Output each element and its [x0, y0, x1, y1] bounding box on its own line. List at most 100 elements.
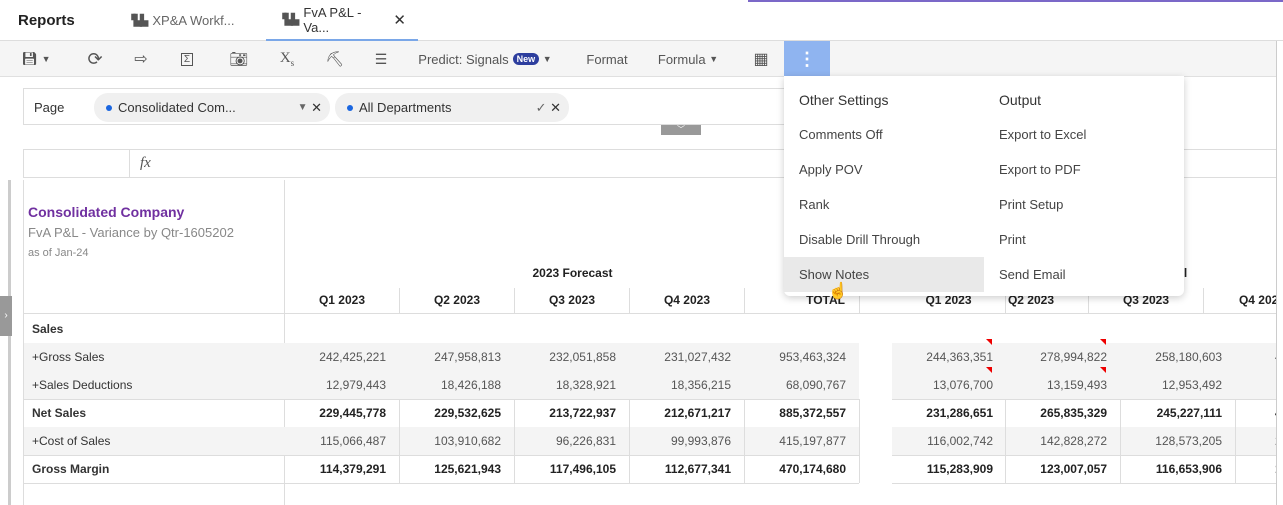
formula-label: Formula [657, 51, 706, 67]
data-cell[interactable]: 12,953,492 [1121, 371, 1236, 399]
data-cell[interactable]: 18,328,921 [515, 371, 630, 399]
row-label: +Sales Deductions [32, 378, 133, 392]
snapshot-button[interactable]: 📷︎ [224, 41, 254, 77]
other-settings-heading: Other Settings [799, 92, 889, 108]
arrow-right-icon: ⇨ [134, 51, 148, 68]
xs-icon: Xs [279, 50, 295, 68]
tab-label: FvA P&L - Va... [303, 4, 362, 35]
predict-signals-button[interactable]: Predict: Signals New ▼ [412, 41, 558, 77]
data-cell[interactable]: 115,066,487 [285, 427, 400, 455]
data-cell[interactable]: 117,496,105 [515, 455, 630, 483]
save-icon: 💾︎ [21, 51, 38, 66]
more-options-button[interactable]: ⋮ [784, 41, 830, 77]
chevron-down-icon: ▼ [709, 54, 719, 64]
data-cell[interactable]: 13,159,493 [1006, 371, 1121, 399]
data-cell[interactable]: 128,573,205 [1121, 427, 1236, 455]
kebab-menu-icon: ⋮ [798, 48, 816, 69]
data-cell[interactable]: 112,677,341 [630, 455, 745, 483]
data-cell[interactable]: 231,027,432 [630, 343, 745, 371]
subscript-button[interactable]: Xs [272, 41, 302, 77]
data-cell[interactable]: 229,532,625 [400, 399, 515, 427]
row-label: Gross Margin [32, 462, 110, 476]
data-cell[interactable]: 12,979,443 [285, 371, 400, 399]
calculate-button[interactable]: Σ [172, 41, 202, 77]
data-cell[interactable]: 123,007,057 [1006, 455, 1121, 483]
menu-item-print-setup[interactable]: Print Setup [984, 187, 1184, 222]
close-icon[interactable]: ✕ [550, 100, 561, 116]
fx-icon: fx [140, 155, 151, 171]
menu-item-export-to-pdf[interactable]: Export to PDF [984, 152, 1184, 187]
save-button[interactable]: 💾︎ ▼ [14, 41, 58, 77]
data-cell[interactable]: 470,174,680 [745, 455, 860, 483]
menu-item-show-notes[interactable]: Show Notes [784, 257, 984, 292]
collapse-pov-button[interactable]: ﹀ [661, 125, 701, 135]
note-flag-icon [986, 339, 992, 345]
group-header: 2023 Forecast [532, 266, 613, 280]
data-cell[interactable]: 68,090,767 [745, 371, 860, 399]
drill-button[interactable]: ⇨ [126, 41, 156, 77]
pov-chip-department[interactable]: All Departments ✓ ✕ [335, 93, 569, 122]
report-title: FvA P&L - Variance by Qtr-1605202 [28, 225, 234, 240]
data-cell[interactable]: 242,425,221 [285, 343, 400, 371]
data-cell[interactable]: 231,286,651 [892, 399, 1007, 427]
note-flag-icon [1100, 367, 1106, 373]
column-header: Q1 2023 [285, 288, 400, 313]
data-cell[interactable]: 415,197,877 [745, 427, 860, 455]
data-cell[interactable]: 232,051,858 [515, 343, 630, 371]
data-cell[interactable]: 115,283,909 [892, 455, 1007, 483]
sort-button[interactable]: ☰ [366, 41, 396, 77]
menu-item-print[interactable]: Print [984, 222, 1184, 257]
pov-chip-entity[interactable]: Consolidated Com... ▼ ✕ [94, 93, 330, 122]
data-cell[interactable]: 213,722,937 [515, 399, 630, 427]
data-cell[interactable]: 125,621,943 [400, 455, 515, 483]
data-cell[interactable]: 247,958,813 [400, 343, 515, 371]
hand-cursor-icon: ☝ [828, 283, 848, 300]
data-cell[interactable]: 18,426,188 [400, 371, 515, 399]
data-cell[interactable]: 116,653,906 [1121, 455, 1236, 483]
expand-panel-button[interactable]: › [0, 296, 12, 336]
format-button[interactable]: Format [578, 41, 636, 77]
data-cell[interactable]: 96,226,831 [515, 427, 630, 455]
data-cell[interactable]: 258,180,603 [1121, 343, 1236, 371]
formula-button[interactable]: Formula ▼ [650, 41, 726, 77]
vertical-scrollbar[interactable] [1276, 41, 1283, 505]
menu-item-apply-pov[interactable]: Apply POV [784, 152, 984, 187]
tab-xpa-workflow[interactable]: ▝▙▙ XP&A Workf... [115, 0, 247, 41]
grid-report-icon: ▝▙▙ [127, 15, 148, 27]
data-cell[interactable]: 885,372,557 [745, 399, 860, 427]
menu-item-comments-off[interactable]: Comments Off [784, 117, 984, 152]
tab-fva-pl[interactable]: ▝▙▙ FvA P&L - Va... ✕ [266, 0, 418, 41]
column-header: Q4 2023 [1205, 288, 1283, 313]
data-cell[interactable]: 229,445,778 [285, 399, 400, 427]
menu-item-send-email[interactable]: Send Email [984, 257, 1184, 292]
grid-button[interactable]: ▦ [746, 41, 776, 77]
data-cell[interactable]: 142,828,272 [1006, 427, 1121, 455]
data-cell[interactable]: 13,076,700 [892, 371, 1007, 399]
data-cell[interactable]: 116,002,742 [892, 427, 1007, 455]
left-panel-edge [8, 180, 11, 505]
data-cell[interactable]: 99,993,876 [630, 427, 745, 455]
data-cell[interactable]: 245,227,111 [1121, 399, 1236, 427]
menu-item-rank[interactable]: Rank [784, 187, 984, 222]
cell-divider [399, 399, 400, 483]
close-icon[interactable]: ✕ [311, 100, 322, 116]
cell-divider [1120, 399, 1121, 483]
refresh-button[interactable]: ⟳ [80, 41, 110, 77]
data-cell[interactable]: 953,463,324 [745, 343, 860, 371]
close-icon[interactable]: ✕ [393, 11, 406, 29]
caret-down-icon[interactable]: ▼ [298, 102, 308, 113]
check-icon[interactable]: ✓ [536, 100, 547, 116]
more-options-menu: Other Settings Output Comments Off Apply … [784, 76, 1184, 300]
cell-divider [514, 399, 515, 483]
data-cell[interactable]: 103,910,682 [400, 427, 515, 455]
menu-item-disable-drill-through[interactable]: Disable Drill Through [784, 222, 984, 257]
menu-item-export-to-excel[interactable]: Export to Excel [984, 117, 1184, 152]
data-cell[interactable]: 212,671,217 [630, 399, 745, 427]
as-of-date: as of Jan-24 [28, 247, 89, 259]
paint-roller-icon: ⛏︎ [325, 51, 345, 68]
data-cell[interactable]: 114,379,291 [285, 455, 400, 483]
data-cell[interactable]: 265,835,329 [1006, 399, 1121, 427]
format-painter-button[interactable]: ⛏︎ [320, 41, 350, 77]
company-name: Consolidated Company [28, 204, 185, 220]
data-cell[interactable]: 18,356,215 [630, 371, 745, 399]
